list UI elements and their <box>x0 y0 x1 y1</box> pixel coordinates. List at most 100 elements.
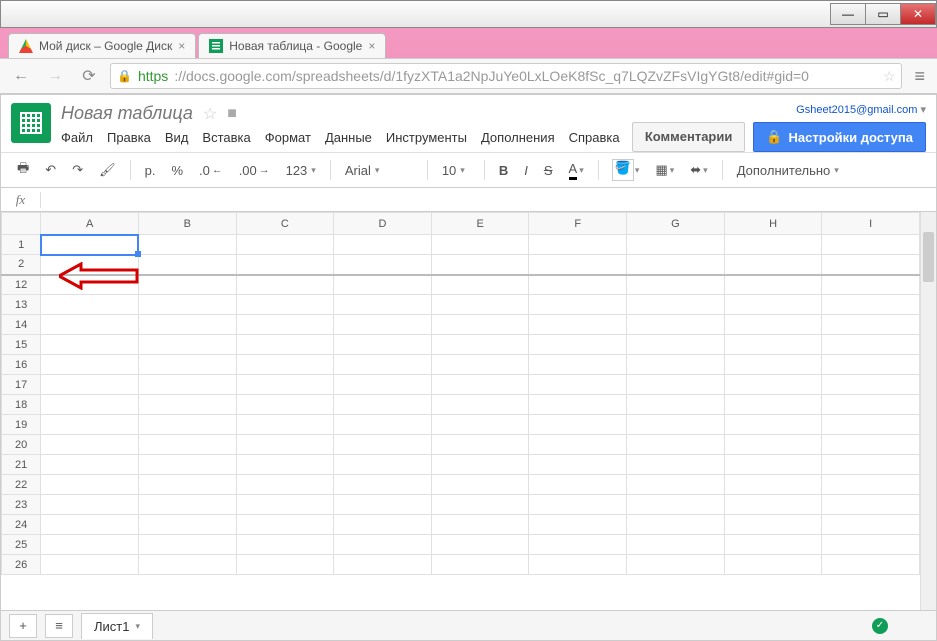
doc-title[interactable]: Новая таблица <box>61 103 193 124</box>
cell[interactable] <box>236 515 334 535</box>
cell[interactable] <box>41 375 139 395</box>
forward-button[interactable]: → <box>42 63 68 89</box>
cell[interactable] <box>724 315 822 335</box>
cell[interactable] <box>431 535 529 555</box>
cell[interactable] <box>334 475 432 495</box>
text-color-button[interactable]: A▾ <box>563 157 590 184</box>
menu-file[interactable]: Файл <box>61 130 93 145</box>
column-header[interactable]: D <box>334 213 432 235</box>
cell[interactable] <box>334 515 432 535</box>
row-header[interactable]: 1 <box>2 235 41 255</box>
cell[interactable] <box>41 275 139 295</box>
cell[interactable] <box>431 295 529 315</box>
cell[interactable] <box>138 295 236 315</box>
cell[interactable] <box>529 535 627 555</box>
cell[interactable] <box>431 455 529 475</box>
cell[interactable] <box>627 255 725 275</box>
all-sheets-button[interactable]: ≡ <box>45 614 73 638</box>
cell[interactable] <box>138 275 236 295</box>
cell[interactable] <box>529 335 627 355</box>
cell[interactable] <box>431 395 529 415</box>
cell[interactable] <box>529 555 627 575</box>
sheet-tab[interactable]: Лист1▾ <box>81 613 153 639</box>
row-header[interactable]: 12 <box>2 275 41 295</box>
cell[interactable] <box>822 495 920 515</box>
back-button[interactable]: ← <box>8 63 34 89</box>
cell[interactable] <box>41 235 139 255</box>
percent-button[interactable]: % <box>165 159 189 182</box>
cell[interactable] <box>529 435 627 455</box>
cell[interactable] <box>529 475 627 495</box>
cell[interactable] <box>236 315 334 335</box>
reload-button[interactable]: ⟳ <box>76 63 102 89</box>
cell[interactable] <box>236 295 334 315</box>
cell[interactable] <box>627 415 725 435</box>
column-header[interactable]: B <box>138 213 236 235</box>
menu-addons[interactable]: Дополнения <box>481 130 555 145</box>
cell[interactable] <box>822 255 920 275</box>
bookmark-star-icon[interactable]: ☆ <box>883 68 896 85</box>
cell[interactable] <box>334 555 432 575</box>
cell[interactable] <box>431 555 529 575</box>
window-close-button[interactable]: ✕ <box>900 3 936 25</box>
cell[interactable] <box>822 535 920 555</box>
menu-edit[interactable]: Правка <box>107 130 151 145</box>
print-button[interactable]: 🖶 <box>11 155 35 185</box>
browser-menu-button[interactable]: ≡ <box>910 66 929 87</box>
strike-button[interactable]: S <box>538 159 559 182</box>
cell[interactable] <box>724 435 822 455</box>
cell[interactable] <box>138 555 236 575</box>
cell[interactable] <box>41 315 139 335</box>
row-header[interactable]: 14 <box>2 315 41 335</box>
row-header[interactable]: 18 <box>2 395 41 415</box>
cell[interactable] <box>41 515 139 535</box>
formula-input[interactable] <box>41 188 936 211</box>
menu-data[interactable]: Данные <box>325 130 372 145</box>
cell[interactable] <box>529 455 627 475</box>
bold-button[interactable]: B <box>493 159 514 182</box>
cell[interactable] <box>236 495 334 515</box>
row-header[interactable]: 17 <box>2 375 41 395</box>
cell[interactable] <box>431 255 529 275</box>
column-header[interactable]: A <box>41 213 139 235</box>
spreadsheet-grid[interactable]: ABCDEFGHI 121213141516171819202122232425… <box>1 212 936 610</box>
cell[interactable] <box>236 375 334 395</box>
cell[interactable] <box>627 535 725 555</box>
cell[interactable] <box>334 435 432 455</box>
cell[interactable] <box>627 555 725 575</box>
cell[interactable] <box>138 235 236 255</box>
cell[interactable] <box>431 315 529 335</box>
cell[interactable] <box>724 475 822 495</box>
cell[interactable] <box>627 355 725 375</box>
cell[interactable] <box>138 475 236 495</box>
cell[interactable] <box>236 255 334 275</box>
cell[interactable] <box>236 395 334 415</box>
cell[interactable] <box>236 555 334 575</box>
cell[interactable] <box>529 295 627 315</box>
row-header[interactable]: 19 <box>2 415 41 435</box>
cell[interactable] <box>724 235 822 255</box>
cell[interactable] <box>41 255 139 275</box>
cell[interactable] <box>138 375 236 395</box>
cell[interactable] <box>724 455 822 475</box>
cell[interactable] <box>138 415 236 435</box>
cell[interactable] <box>627 475 725 495</box>
cell[interactable] <box>529 415 627 435</box>
cell[interactable] <box>529 255 627 275</box>
cell[interactable] <box>724 555 822 575</box>
cell[interactable] <box>822 435 920 455</box>
select-all-corner[interactable] <box>2 213 41 235</box>
cell[interactable] <box>627 295 725 315</box>
menu-help[interactable]: Справка <box>569 130 620 145</box>
cell[interactable] <box>529 375 627 395</box>
cell[interactable] <box>138 255 236 275</box>
cell[interactable] <box>724 495 822 515</box>
vertical-scrollbar[interactable] <box>920 212 936 610</box>
cell[interactable] <box>334 395 432 415</box>
window-maximize-button[interactable]: ▭ <box>865 3 901 25</box>
cell[interactable] <box>724 295 822 315</box>
row-header[interactable]: 24 <box>2 515 41 535</box>
cell[interactable] <box>41 395 139 415</box>
merge-button[interactable]: ⬌▾ <box>684 158 713 182</box>
font-family-select[interactable]: Arial▾ <box>339 159 419 182</box>
